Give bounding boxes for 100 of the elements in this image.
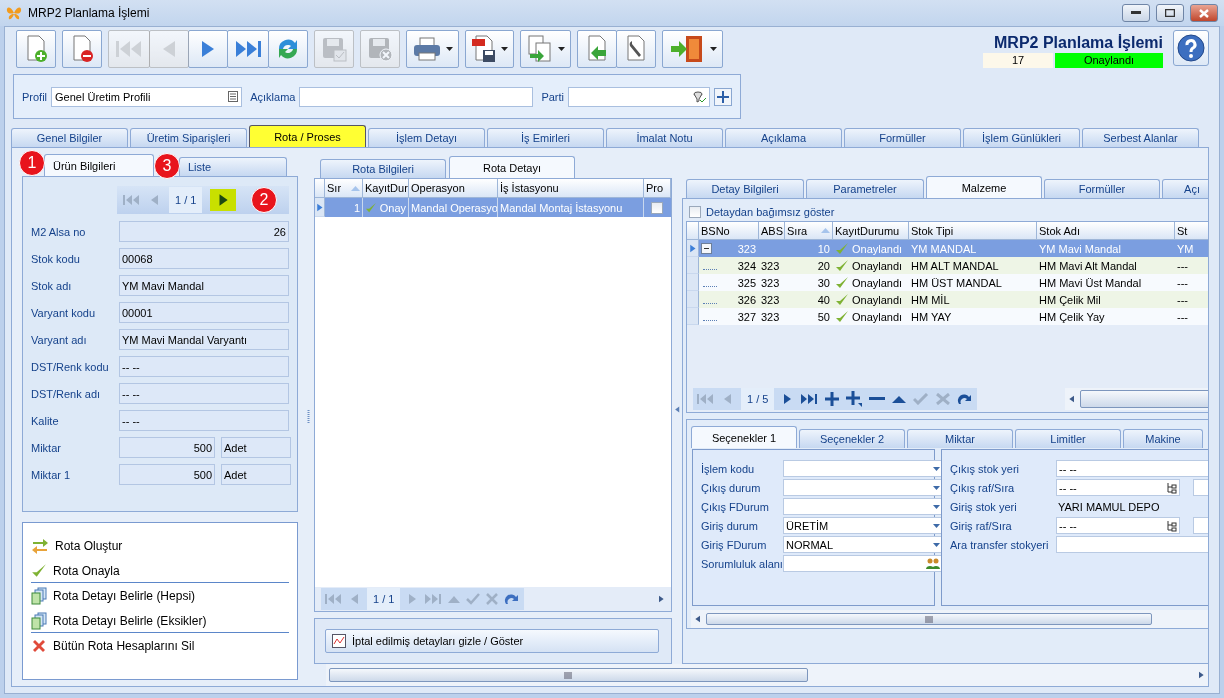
collapse-icon[interactable] [701, 243, 712, 254]
tab[interactable]: Açıklama [725, 128, 842, 147]
tab[interactable]: Parametreler [806, 179, 924, 198]
toolbar-button[interactable] [662, 30, 723, 68]
value-field[interactable]: -- -- [119, 356, 289, 377]
tab[interactable]: Açı [1162, 179, 1208, 198]
action-link[interactable]: Rota Detayı Belirle (Eksikler) [31, 610, 289, 633]
minimize-button[interactable] [1122, 4, 1150, 22]
description-field[interactable] [299, 86, 534, 107]
table-cell: HM Çelik Yay [1039, 310, 1105, 323]
tab[interactable]: Malzeme [926, 176, 1042, 198]
unit-field[interactable]: Adet [221, 437, 291, 458]
tab[interactable]: İşlem Günlükleri [963, 128, 1080, 147]
tab[interactable]: Seçenekler 1 [691, 426, 797, 448]
toolbar-button[interactable] [465, 30, 514, 68]
tab[interactable]: Makine [1123, 429, 1203, 448]
maximize-button[interactable] [1156, 4, 1184, 22]
dropdown-field[interactable] [783, 460, 943, 477]
tab[interactable]: İş Emirleri [487, 128, 604, 147]
toolbar-button[interactable] [616, 30, 656, 68]
value-field[interactable]: 00001 [119, 302, 289, 323]
party-field[interactable] [568, 86, 711, 107]
next-button[interactable] [210, 189, 237, 211]
table-row[interactable]: 326 323 40 Onaylandı HM MİL HM Çelik Mil --- [687, 291, 1208, 308]
tab[interactable]: Seçenekler 2 [799, 429, 905, 448]
column-header[interactable]: Stok Adı [1037, 222, 1175, 240]
profile-field[interactable]: Genel Üretim Profili [51, 86, 243, 107]
tab[interactable]: Serbest Alanlar [1082, 128, 1199, 147]
value-field[interactable]: 26 [119, 221, 289, 242]
tab[interactable]: Formüller [1044, 179, 1160, 198]
record-number: 17 [983, 53, 1053, 68]
toolbar-button[interactable] [227, 30, 269, 68]
page-indicator: 1 / 1 [367, 588, 401, 610]
tab[interactable]: Genel Bilgiler [11, 128, 128, 147]
action-link[interactable]: Bütün Rota Hesaplarını Sil [31, 635, 289, 658]
checkbox[interactable] [651, 201, 663, 214]
dropdown-field[interactable]: NORMAL [783, 536, 943, 553]
dropdown-field[interactable] [783, 479, 943, 496]
table-cell: 323 [761, 259, 780, 272]
table-row[interactable]: 324 323 20 Onaylandı HM ALT MANDAL HM Mavi Alt Mandal --- [687, 257, 1208, 274]
tab[interactable]: Liste [179, 157, 287, 176]
horizontal-scrollbar[interactable] [691, 610, 1208, 628]
tab[interactable]: İmalat Notu [606, 128, 723, 147]
value-field[interactable]: YM Mavi Mandal Varyantı [119, 329, 289, 350]
input-field[interactable] [1056, 536, 1208, 553]
toolbar-button[interactable] [62, 30, 102, 68]
tab[interactable]: Formüller [844, 128, 961, 147]
column-header[interactable]: İş İstasyonu [498, 179, 644, 198]
value-field[interactable]: 00068 [119, 248, 289, 269]
table-cell: HM YAY [911, 310, 952, 323]
horizontal-scrollbar[interactable] [1065, 388, 1208, 410]
column-header[interactable]: Stok Tipi [909, 222, 1037, 240]
value-field[interactable]: -- -- [119, 383, 289, 404]
dropdown-field[interactable] [783, 498, 943, 515]
delete-icon [31, 638, 47, 654]
add-button[interactable] [714, 87, 732, 106]
table-cell: HM Çelik Mil [1039, 293, 1101, 306]
column-header[interactable]: KayıtDur [363, 179, 409, 198]
plus-icon [717, 90, 730, 103]
horizontal-scrollbar[interactable] [326, 664, 1208, 686]
action-link[interactable]: Rota Onayla [31, 560, 289, 583]
action-link[interactable]: Rota Detayı Belirle (Hepsi) [31, 585, 289, 608]
unit-field[interactable]: Adet [221, 464, 291, 485]
column-header[interactable]: St [1175, 222, 1208, 240]
tab[interactable]: Rota Detayı [449, 156, 575, 178]
tab[interactable]: İşlem Detayı [368, 128, 485, 147]
input-field[interactable]: -- -- [1056, 479, 1180, 496]
column-header[interactable]: BSNo [699, 222, 759, 240]
input-field[interactable]: -- -- [1056, 517, 1180, 534]
table-row[interactable]: 325 323 30 Onaylandı HM ÜST MANDAL HM Mavi Üst Mandal --- [687, 274, 1208, 291]
checkbox[interactable] [689, 206, 701, 218]
quantity-field[interactable]: 500 [119, 464, 215, 485]
toolbar-button[interactable] [188, 30, 228, 68]
tab[interactable]: Ürün Bilgileri [44, 154, 154, 176]
tab[interactable]: Üretim Siparişleri [130, 128, 247, 147]
tab[interactable]: Rota / Proses [249, 125, 366, 147]
quantity-field[interactable]: 500 [119, 437, 215, 458]
toggle-cancelled-button[interactable]: İptal edilmiş detayları gizle / Göster [325, 629, 659, 653]
column-header[interactable]: ABS [759, 222, 785, 240]
form-title: MRP2 Planlama İşlemi [994, 33, 1163, 53]
close-button[interactable] [1190, 4, 1218, 22]
column-header[interactable]: Operasyon [409, 179, 498, 198]
column-header[interactable]: Sır [325, 179, 363, 198]
tab[interactable]: Detay Bilgileri [686, 179, 804, 198]
input-field[interactable] [783, 555, 943, 572]
input-field[interactable]: -- -- [1056, 460, 1208, 477]
table-cell: 1 [353, 201, 360, 214]
column-header[interactable]: Pro [644, 179, 671, 198]
table-row[interactable]: 327 323 50 Onaylandı HM YAY HM Çelik Yay --- [687, 308, 1208, 325]
value-field[interactable]: YM Mavi Mandal [119, 275, 289, 296]
column-header[interactable]: KayıtDurumu [833, 222, 909, 240]
tab[interactable]: Miktar [907, 429, 1013, 448]
value-field[interactable]: -- -- [119, 410, 289, 431]
dropdown-field[interactable]: ÜRETİM [783, 517, 943, 534]
toolbar-button[interactable] [406, 30, 459, 68]
tab[interactable]: Limitler [1015, 429, 1121, 448]
help-button[interactable] [1173, 30, 1209, 66]
action-link[interactable]: Rota Oluştur [31, 535, 289, 558]
tab[interactable]: Rota Bilgileri [320, 159, 446, 178]
column-header[interactable]: Sıra [785, 222, 833, 240]
